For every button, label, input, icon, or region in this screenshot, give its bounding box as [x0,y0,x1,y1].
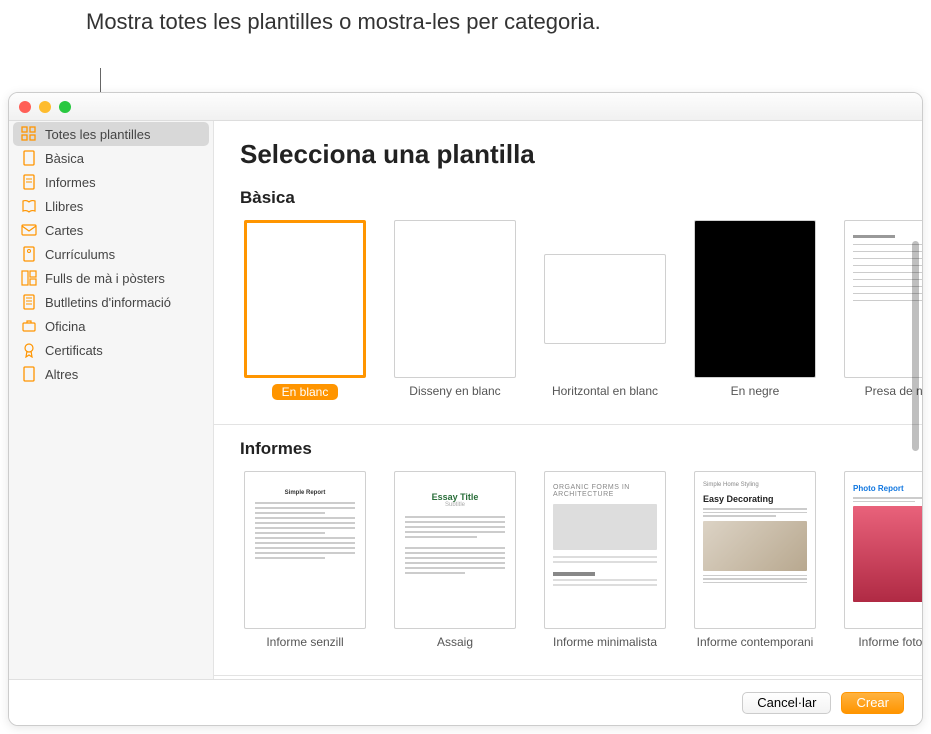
sidebar-item-label: Certificats [45,343,103,358]
sidebar-item-label: Butlletins d'informació [45,295,171,310]
sidebar-item-other[interactable]: Altres [9,362,213,386]
template-thumbnail: ORGANIC FORMS IN ARCHITECTURE [544,471,666,629]
template-thumbnail: Photo Report [844,471,922,629]
sidebar-item-resumes[interactable]: Currículums [9,242,213,266]
window-body: Totes les plantilles Bàsica Informes Lli… [9,121,922,679]
sidebar-item-letters[interactable]: Cartes [9,218,213,242]
sidebar-item-books[interactable]: Llibres [9,194,213,218]
envelope-icon [21,222,37,238]
template-blank-landscape[interactable]: Horitzontal en blanc [544,220,666,412]
template-thumbnail: Essay Title Subtitle [394,471,516,629]
section-divider [214,424,922,425]
template-label: Assaig [437,635,473,663]
briefcase-icon [21,318,37,334]
sidebar-item-label: Llibres [45,199,83,214]
template-black[interactable]: En negre [694,220,816,412]
doc-icon [21,294,37,310]
sidebar-item-flyers-posters[interactable]: Fulls de mà i pòsters [9,266,213,290]
template-label: Horitzontal en blanc [552,384,658,412]
sidebar-item-label: Bàsica [45,151,84,166]
template-thumbnail [844,220,922,378]
doc-icon [21,150,37,166]
grid-icon [21,270,37,286]
template-label: Informe minimalista [553,635,657,663]
template-thumbnail [694,220,816,378]
category-sidebar: Totes les plantilles Bàsica Informes Lli… [9,121,214,679]
create-button[interactable]: Crear [841,692,904,714]
sidebar-item-label: Cartes [45,223,83,238]
template-thumbnail: Simple Report [244,471,366,629]
template-chooser-window: Totes les plantilles Bàsica Informes Lli… [8,92,923,726]
template-note-taking[interactable]: Presa de notes [844,220,922,412]
template-label: Informe contemporani [697,635,814,663]
template-thumbnail: Simple Home Styling Easy Decorating [694,471,816,629]
callout-text: Mostra totes les plantilles o mostra-les… [86,8,601,37]
template-thumbnail [544,254,666,344]
section-divider [214,675,922,676]
template-label: Disseny en blanc [409,384,500,412]
grid-icon [21,126,37,142]
book-icon [21,198,37,214]
cancel-button[interactable]: Cancel·lar [742,692,831,714]
template-label: Informe fotogràfic [858,635,922,663]
template-simple-report[interactable]: Simple Report Informe senzill [244,471,366,663]
template-grid: Selecciona una plantilla Bàsica En blanc… [214,121,922,679]
page-title: Selecciona una plantilla [240,139,896,170]
template-blank[interactable]: En blanc [244,220,366,412]
sidebar-item-newsletters[interactable]: Butlletins d'informació [9,290,213,314]
template-photo-report[interactable]: Photo Report Informe fotogràfic [844,471,922,663]
template-essay[interactable]: Essay Title Subtitle Assaig [394,471,516,663]
sidebar-item-certificates[interactable]: Certificats [9,338,213,362]
close-window-button[interactable] [19,101,31,113]
ribbon-icon [21,342,37,358]
section-title-basic: Bàsica [240,188,896,208]
template-thumbnail [394,220,516,378]
window-titlebar [9,93,922,121]
template-minimalist-report[interactable]: ORGANIC FORMS IN ARCHITECTURE Informe mi… [544,471,666,663]
sidebar-item-basic[interactable]: Bàsica [9,146,213,170]
sidebar-item-label: Informes [45,175,96,190]
sidebar-item-label: Totes les plantilles [45,127,151,142]
template-thumbnail [244,220,366,378]
doc-icon [21,246,37,262]
sidebar-item-label: Altres [45,367,78,382]
dialog-footer: Cancel·lar Crear [9,679,922,725]
doc-icon [21,174,37,190]
sidebar-item-office[interactable]: Oficina [9,314,213,338]
minimize-window-button[interactable] [39,101,51,113]
sidebar-item-label: Fulls de mà i pòsters [45,271,165,286]
template-label: En negre [731,384,780,412]
scrollbar-thumb[interactable] [912,241,919,451]
sidebar-item-all-templates[interactable]: Totes les plantilles [13,122,209,146]
section-title-reports: Informes [240,439,896,459]
template-row-basic: En blanc Disseny en blanc Horitzontal en… [240,220,896,412]
sidebar-item-reports[interactable]: Informes [9,170,213,194]
sidebar-item-label: Currículums [45,247,115,262]
doc-icon [21,366,37,382]
template-label: En blanc [272,384,339,400]
template-blank-layout[interactable]: Disseny en blanc [394,220,516,412]
template-label: Informe senzill [266,635,343,663]
template-row-reports: Simple Report Informe senzill Essay Titl… [240,471,896,663]
sidebar-item-label: Oficina [45,319,85,334]
zoom-window-button[interactable] [59,101,71,113]
template-contemporary-report[interactable]: Simple Home Styling Easy Decorating Info… [694,471,816,663]
